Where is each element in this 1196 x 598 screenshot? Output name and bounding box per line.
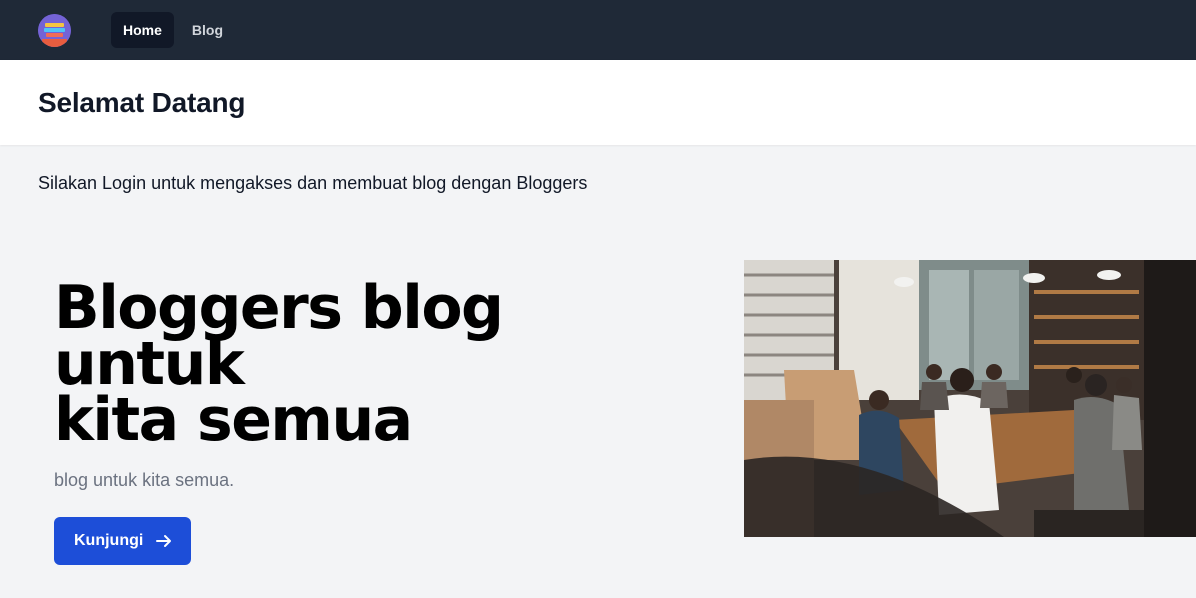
top-navbar: Home Blog: [0, 0, 1196, 60]
main-content: Silakan Login untuk mengakses dan membua…: [0, 145, 1196, 565]
nav-blog-link[interactable]: Blog: [180, 12, 235, 48]
bloggers-logo-icon[interactable]: [38, 13, 71, 47]
kunjungi-button[interactable]: Kunjungi: [54, 517, 192, 565]
nav-home-link[interactable]: Home: [111, 12, 174, 48]
hero-title-line2: kita semua: [54, 385, 413, 455]
arrow-right-icon: [155, 532, 173, 550]
page-title: Selamat Datang: [38, 86, 246, 118]
hero-subtitle: blog untuk kita semua.: [54, 470, 235, 490]
hero-title: Bloggers blog untuk kita semua: [54, 278, 694, 450]
page-header: Selamat Datang: [0, 60, 1196, 145]
kunjungi-button-label: Kunjungi: [74, 532, 144, 549]
hero-title-line1: Bloggers blog untuk: [54, 273, 504, 399]
team-meeting-photo: [744, 260, 1196, 537]
login-prompt-text: Silakan Login untuk mengakses dan membua…: [38, 173, 588, 193]
hero-section: Bloggers blog untuk kita semua blog untu…: [0, 260, 1196, 565]
hero-text-block: Bloggers blog untuk kita semua blog untu…: [54, 278, 694, 565]
